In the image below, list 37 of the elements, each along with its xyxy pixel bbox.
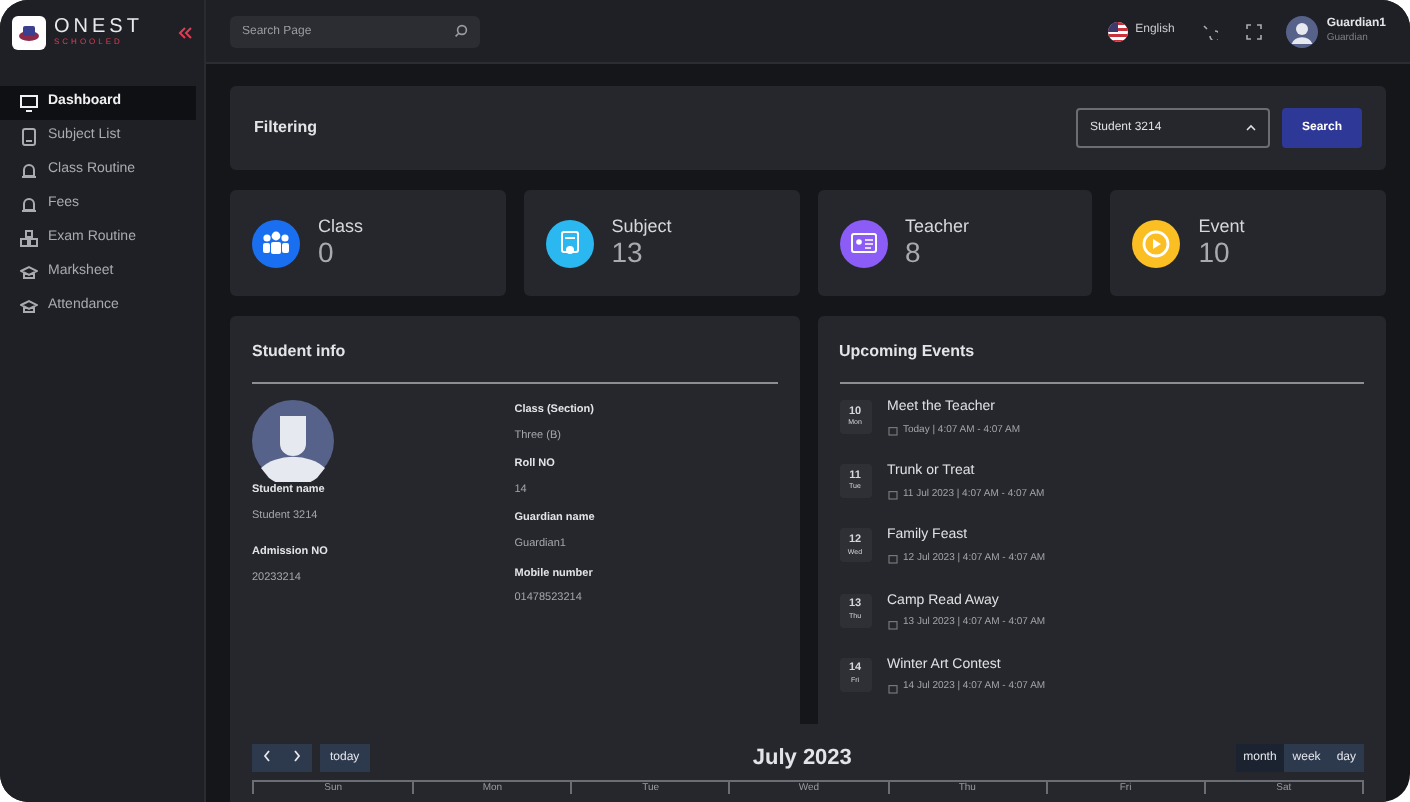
cubes-icon (20, 230, 38, 248)
calendar-icon (887, 683, 897, 694)
stat-value: 0 (318, 237, 336, 269)
graduation-cap-icon (20, 298, 38, 316)
search-icon (454, 24, 468, 38)
collapse-icon[interactable] (178, 25, 192, 39)
caret-icon (1245, 124, 1256, 132)
stat-label: Class (318, 217, 364, 238)
flag-icon (1107, 21, 1128, 41)
stat-value: 8 (905, 237, 923, 269)
logo-title: ONEST (54, 17, 143, 38)
fullscreen-icon[interactable] (1246, 23, 1263, 39)
bell-icon (20, 162, 38, 180)
calendar-icon (887, 425, 897, 436)
graduation-cap-icon (20, 264, 38, 282)
stat-value: 10 (1198, 237, 1232, 269)
panel-title: Filtering (254, 116, 318, 140)
avatar-icon (252, 400, 334, 482)
chevron-left-icon (262, 749, 272, 762)
stat-label: Event (1198, 217, 1245, 238)
logo-icon (12, 15, 46, 49)
monitor-icon (20, 94, 38, 112)
calendar-icon (887, 619, 897, 629)
stat-label: Teacher (905, 217, 970, 238)
card-title: Student info (252, 340, 348, 364)
bell-icon (20, 196, 38, 214)
book-icon (20, 128, 38, 146)
next-button[interactable] (282, 744, 312, 772)
calendar-icon (887, 554, 897, 565)
card-title: Upcoming Events (839, 340, 977, 364)
stat-value: 13 (611, 237, 643, 269)
stat-label: Subject (611, 217, 672, 238)
calendar-icon (887, 490, 897, 501)
avatar-icon[interactable] (1286, 15, 1319, 47)
previous-button[interactable] (252, 744, 282, 772)
chevron-right-icon (292, 749, 302, 762)
calendar-title: July 2023 (752, 743, 852, 774)
